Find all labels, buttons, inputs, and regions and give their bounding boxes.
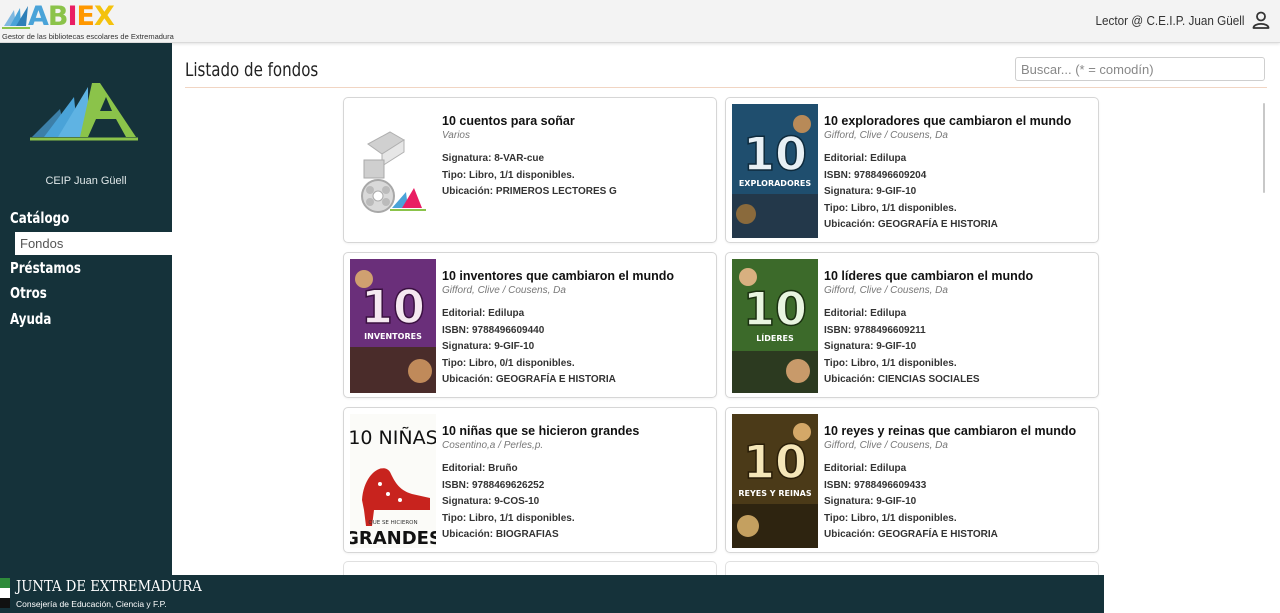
scrollbar[interactable]: [1263, 103, 1265, 193]
user-label: Lector @ C.E.I.P. Juan Güell: [1095, 12, 1244, 28]
item-ubicacion: Ubicación: CIENCIAS SOCIALES: [824, 374, 980, 385]
catalog-card[interactable]: 10 INVENTORES 10 inventores que cambiaro…: [343, 252, 717, 398]
book-cover-image: 10 NIÑAS QUE SE HICIERON GRANDES: [350, 414, 436, 548]
cover-word: EXPLORADORES: [739, 179, 812, 188]
top-bar: ABIEX Gestor de las bibliotecas escolare…: [0, 0, 1280, 43]
sidebar: CEIP Juan Güell Catálogo Fondos Préstamo…: [0, 43, 172, 575]
item-title[interactable]: 10 inventores que cambiaron el mundo: [442, 268, 712, 284]
cover-word: REYES Y REINAS: [738, 489, 811, 498]
item-author: Gifford, Clive / Cousens, Da: [824, 440, 948, 451]
abiex-logo[interactable]: ABIEX Gestor de las bibliotecas escolare…: [2, 1, 174, 41]
logo-subtitle: Gestor de las bibliotecas escolares de E…: [2, 32, 174, 41]
school-logo-icon: [30, 83, 138, 141]
item-tipo: Tipo: Libro, 0/1 disponibles.: [442, 357, 575, 369]
cover-top-text: 10 NIÑAS: [350, 426, 436, 449]
item-author: Cosentino,a / Perles,p.: [442, 440, 544, 451]
item-editorial: Editorial: Bruño: [442, 463, 518, 474]
item-editorial: Editorial: Edilupa: [824, 463, 907, 474]
cover-number: 10: [361, 280, 425, 334]
item-editorial: Editorial: Edilupa: [442, 308, 525, 319]
item-title[interactable]: 10 reyes y reinas que cambiaron el mundo: [824, 423, 1094, 439]
footer: JUNTA DE EXTREMADURA Consejería de Educa…: [0, 575, 1104, 613]
catalog-card-partial[interactable]: [343, 561, 717, 575]
item-tipo: Tipo: Libro, 1/1 disponibles.: [824, 357, 957, 369]
main-content: Listado de fondos 10 cuentos para s: [172, 43, 1280, 575]
catalog-card[interactable]: 10 cuentos para soñar Varios Signatura: …: [343, 97, 717, 243]
catalog-card[interactable]: 10 EXPLORADORES 10 exploradores que camb…: [725, 97, 1099, 243]
cover-bottom-text: GRANDES: [350, 528, 436, 548]
item-tipo: Tipo: Libro, 1/1 disponibles.: [442, 512, 575, 524]
logo-text: ABIEX: [28, 1, 115, 32]
item-tipo: Tipo: Libro, 1/1 disponibles.: [442, 169, 575, 181]
item-ubicacion: Ubicación: GEOGRAFÍA E HISTORIA: [442, 374, 616, 385]
footer-title: JUNTA DE EXTREMADURA: [16, 577, 202, 595]
placeholder-media-icon: [350, 104, 436, 238]
sidebar-item-otros[interactable]: Otros: [10, 284, 47, 302]
user-menu[interactable]: Lector @ C.E.I.P. Juan Güell: [1079, 11, 1270, 29]
book-cover-image: 10 INVENTORES: [350, 259, 436, 393]
item-isbn: ISBN: 9788496609440: [442, 324, 545, 336]
item-ubicacion: Ubicación: PRIMEROS LECTORES G: [442, 186, 617, 197]
sidebar-item-fondos[interactable]: Fondos: [15, 232, 172, 255]
item-isbn: ISBN: 9788469626252: [442, 479, 545, 491]
cover-word: INVENTORES: [364, 332, 422, 341]
cover-number: 10: [743, 435, 807, 489]
catalog-card[interactable]: 10 NIÑAS QUE SE HICIERON GRANDES 10 niña…: [343, 407, 717, 553]
catalog-card-partial[interactable]: [725, 561, 1099, 575]
item-tipo: Tipo: Libro, 1/1 disponibles.: [824, 512, 957, 524]
sidebar-item-catalogo[interactable]: Catálogo: [10, 209, 69, 227]
item-ubicacion: Ubicación: GEOGRAFÍA E HISTORIA: [824, 219, 998, 230]
item-author: Gifford, Clive / Cousens, Da: [824, 285, 948, 296]
item-title[interactable]: 10 niñas que se hicieron grandes: [442, 423, 712, 439]
item-title[interactable]: 10 cuentos para soñar: [442, 113, 712, 129]
book-cover-image: 10 LÍDERES: [732, 259, 818, 393]
school-name: CEIP Juan Güell: [45, 175, 127, 187]
book-cover-image: 10 EXPLORADORES: [732, 104, 818, 238]
user-icon[interactable]: [1252, 11, 1270, 29]
item-signatura: Signatura: 9-GIF-10: [442, 341, 535, 352]
item-title[interactable]: 10 exploradores que cambiaron el mundo: [824, 113, 1094, 129]
item-signatura: Signatura: 8-VAR-cue: [442, 153, 545, 164]
item-ubicacion: Ubicación: GEOGRAFÍA E HISTORIA: [824, 529, 998, 540]
item-signatura: Signatura: 9-GIF-10: [824, 186, 917, 197]
item-tipo: Tipo: Libro, 1/1 disponibles.: [824, 202, 957, 214]
search-input[interactable]: [1015, 57, 1265, 81]
catalog-card[interactable]: 10 REYES Y REINAS 10 reyes y reinas que …: [725, 407, 1099, 553]
title-divider: [185, 87, 1267, 88]
page-title: Listado de fondos: [185, 59, 319, 81]
cover-number: 10: [743, 282, 807, 336]
item-signatura: Signatura: 9-COS-10: [442, 496, 540, 507]
item-signatura: Signatura: 9-GIF-10: [824, 341, 917, 352]
cover-word: LÍDERES: [756, 332, 794, 343]
item-editorial: Editorial: Edilupa: [824, 308, 907, 319]
catalog-card[interactable]: 10 LÍDERES 10 líderes que cambiaron el m…: [725, 252, 1099, 398]
item-signatura: Signatura: 9-GIF-10: [824, 496, 917, 507]
item-isbn: ISBN: 9788496609204: [824, 169, 927, 181]
cover-mid-text: QUE SE HICIERON: [368, 520, 417, 526]
item-isbn: ISBN: 9788496609211: [824, 324, 926, 336]
book-cover-image: 10 REYES Y REINAS: [732, 414, 818, 548]
item-editorial: Editorial: Edilupa: [824, 153, 907, 164]
item-author: Varios: [442, 130, 470, 141]
item-isbn: ISBN: 9788496609433: [824, 479, 927, 491]
item-title[interactable]: 10 líderes que cambiaron el mundo: [824, 268, 1094, 284]
extremadura-flag-icon: [0, 578, 10, 608]
item-author: Gifford, Clive / Cousens, Da: [824, 130, 948, 141]
cover-number: 10: [743, 127, 807, 181]
sidebar-item-ayuda[interactable]: Ayuda: [10, 310, 51, 328]
sidebar-item-prestamos[interactable]: Préstamos: [10, 259, 81, 277]
footer-subtitle: Consejería de Educación, Ciencia y F.P.: [16, 599, 167, 609]
item-ubicacion: Ubicación: BIOGRAFIAS: [442, 529, 559, 540]
item-author: Gifford, Clive / Cousens, Da: [442, 285, 566, 296]
